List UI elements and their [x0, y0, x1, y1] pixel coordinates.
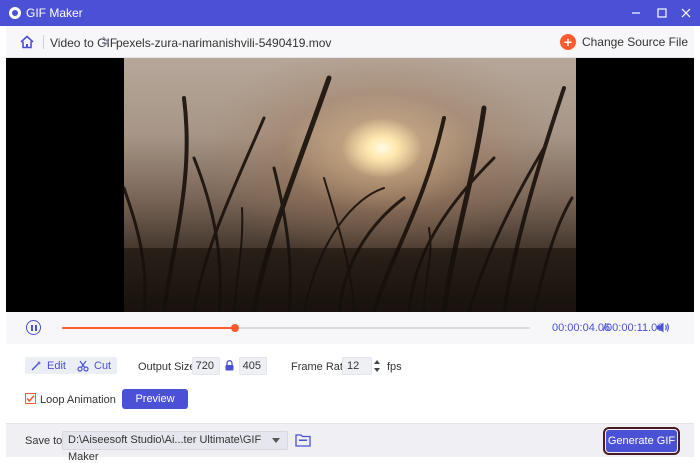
save-path-value: D:\Aiseesoft Studio\Ai...ter Ultimate\GI… [68, 434, 262, 463]
fps-unit: fps [387, 361, 402, 373]
main-panel: Video to GIF pexels-zura-narimanishvili-… [6, 26, 694, 463]
window-title: GIF Maker [26, 6, 83, 20]
home-icon[interactable] [19, 34, 35, 50]
edit-label: Edit [47, 359, 66, 372]
generate-gif-highlight: Generate GIF [603, 427, 680, 455]
breadcrumb-file-name: pexels-zura-narimanishvili-5490419.mov [116, 36, 332, 50]
options-row: Edit Cut Output Size: 720 405 Frame Rate… [6, 352, 694, 380]
video-preview [6, 58, 694, 312]
progress-track[interactable] [62, 324, 530, 332]
checkmark-icon [26, 395, 35, 403]
nav-bar: Video to GIF pexels-zura-narimanishvili-… [6, 26, 694, 58]
title-bar: GIF Maker [0, 0, 700, 26]
output-size-label: Output Size: [138, 361, 199, 373]
frame-rate-input[interactable]: 12 [342, 357, 372, 375]
save-path-select[interactable]: D:\Aiseesoft Studio\Ai...ter Ultimate\GI… [62, 431, 288, 463]
loop-animation-checkbox[interactable] [25, 393, 36, 404]
loop-animation-label[interactable]: Loop Animation [40, 394, 116, 406]
cut-button[interactable]: Cut [72, 357, 118, 374]
edit-button[interactable]: Edit [25, 357, 72, 374]
pause-icon[interactable] [26, 320, 41, 335]
height-input[interactable]: 405 [239, 357, 267, 375]
total-time: /00:00:11.06 [603, 322, 664, 334]
folder-icon[interactable] [295, 433, 311, 447]
save-bar: Save to: D:\Aiseesoft Studio\Ai...ter Ul… [6, 423, 694, 463]
generate-gif-button[interactable]: Generate GIF [606, 430, 677, 452]
save-to-label: Save to: [25, 435, 66, 447]
minimize-icon[interactable] [627, 4, 645, 22]
loop-row: Loop Animation Preview [6, 387, 694, 411]
edit-wand-icon [31, 360, 42, 370]
progress-fill [62, 327, 236, 329]
preview-button[interactable]: Preview [122, 389, 188, 409]
width-input[interactable]: 720 [192, 357, 220, 375]
nav-separator [43, 35, 44, 49]
scissors-icon [77, 360, 89, 372]
chevron-right-icon [100, 35, 110, 49]
dropdown-arrow-icon[interactable] [272, 438, 280, 443]
maximize-icon[interactable] [653, 4, 671, 22]
current-time: 00:00:04.06 [552, 322, 611, 334]
progress-knob[interactable] [231, 324, 240, 332]
cut-label: Cut [94, 359, 112, 372]
change-source-label: Change Source File [581, 35, 688, 49]
playback-controls: 00:00:04.06 /00:00:11.06 [6, 312, 694, 344]
app-logo-icon [9, 7, 21, 19]
volume-icon[interactable] [656, 321, 670, 334]
lock-icon[interactable] [225, 360, 234, 371]
video-frame-image [124, 58, 576, 312]
close-icon[interactable] [677, 4, 695, 22]
change-source-button[interactable]: + Change Source File [559, 32, 688, 52]
plus-circle-icon: + [559, 34, 576, 50]
spinner-arrows-icon[interactable] [373, 357, 381, 375]
